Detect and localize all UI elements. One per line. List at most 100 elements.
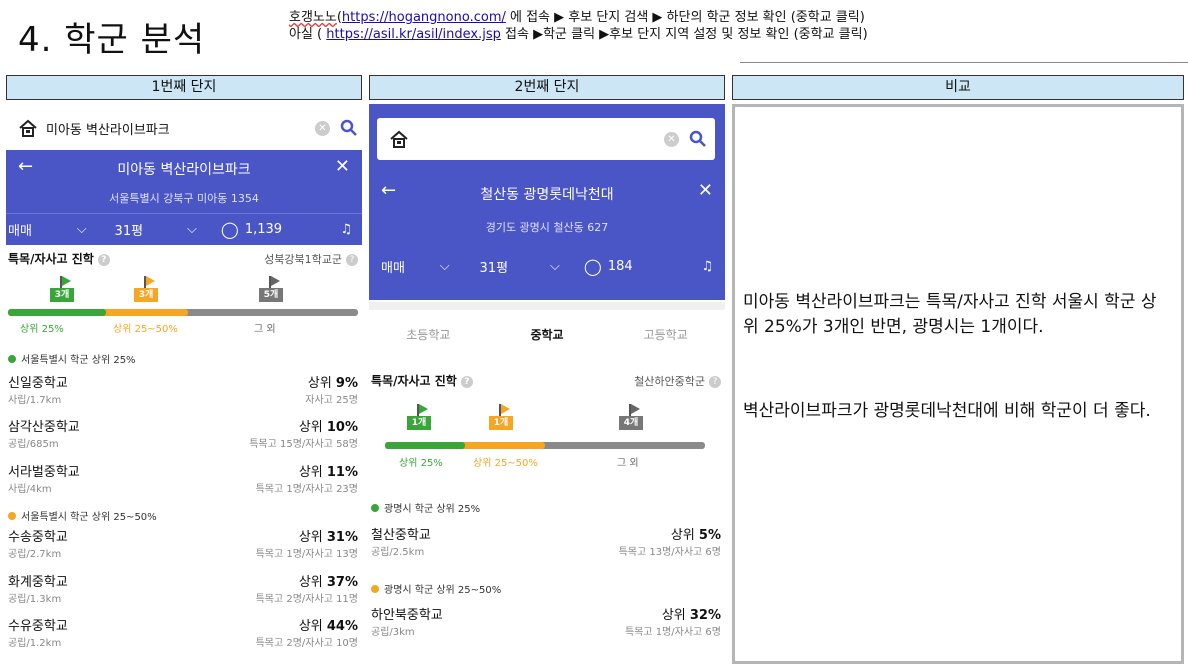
school-item[interactable]: 서라벌중학교 상위 11% 사립/4km 특목고 1명/자사고 23명	[8, 461, 358, 499]
school-detail: 특목고 15명/자사고 58명	[249, 439, 358, 450]
tab-high[interactable]: 고등학교	[606, 326, 725, 343]
school-name: 하안북중학교	[371, 608, 443, 623]
school-type: 공립/1.2km	[8, 638, 62, 649]
complex-2-screenshot: 철산동 광명롯데낙천대 ✕ ← 철산동 광명롯데낙천대 ✕ 경기도 광명시 철산…	[369, 104, 725, 664]
bar-label-top25: 상위 25%	[20, 324, 64, 335]
house-icon	[390, 130, 408, 148]
help-icon[interactable]: ?	[346, 253, 358, 266]
comparison-paragraph-1: 미아동 벽산라이브파크는 특목/자사고 진학 서울시 학군 상위 25%가 3개…	[743, 292, 1157, 337]
school-name: 화계중학교	[8, 575, 68, 590]
school-item[interactable]: 화계중학교 상위 37% 공립/1.3km 특목고 2명/자사고 11명	[8, 571, 358, 609]
school-name: 수유중학교	[8, 619, 68, 634]
school-type: 공립/3km	[371, 627, 415, 638]
school-item[interactable]: 삼각산중학교 상위 10% 공립/685m 특목고 15명/자사고 58명	[8, 416, 358, 454]
search-input[interactable]: 철산동 광명롯데낙천대	[417, 130, 664, 149]
column-header-2: 2번째 단지	[369, 75, 725, 100]
school-rank: 32%	[689, 608, 721, 623]
divider	[740, 62, 1188, 63]
size-label: 31평	[479, 260, 509, 276]
comparison-paragraph-2: 벽산라이브파크가 광명롯데낙천대에 비해 학군이 더 좋다.	[743, 401, 1151, 421]
help-icon[interactable]: ?	[460, 375, 473, 388]
search-bar[interactable]: 철산동 광명롯데낙천대 ✕	[377, 118, 715, 160]
search-icon[interactable]	[689, 130, 707, 148]
school-type: 공립/1.3km	[8, 594, 62, 605]
school-detail: 특목고 1명/자사고 13명	[255, 549, 358, 560]
school-item[interactable]: 수송중학교 상위 31% 공립/2.7km 특목고 1명/자사고 13명	[8, 526, 358, 564]
school-rank: 9%	[335, 376, 358, 391]
tab-middle[interactable]: 중학교	[488, 326, 607, 343]
clear-icon[interactable]: ✕	[315, 120, 330, 136]
comments-button[interactable]: ◯ 1,139	[209, 214, 316, 245]
school-rank: 44%	[326, 619, 358, 634]
comments-button[interactable]: ◯ 184	[572, 246, 679, 286]
page-title: 4. 학군 분석	[18, 20, 206, 60]
search-icon[interactable]	[340, 119, 358, 137]
flag-icon: 3개	[134, 276, 164, 302]
chevron-down-icon: ⌵	[550, 258, 560, 274]
school-rank: 10%	[326, 420, 358, 435]
filter-bar: 매매 ⌵ 31평 ⌵ ◯ 1,139 ♫	[6, 213, 362, 245]
flag-icon: 4개	[619, 404, 649, 430]
size-label: 31평	[114, 224, 144, 239]
bell-icon[interactable]: ♫	[679, 246, 725, 286]
school-name: 서라벌중학교	[8, 465, 80, 480]
bell-icon[interactable]: ♫	[316, 214, 362, 245]
section-header: 특목/자사고 진학? 철산하안중학군?	[371, 372, 721, 389]
help-icon[interactable]: ?	[709, 375, 721, 388]
chevron-down-icon: ⌵	[439, 258, 450, 274]
school-name: 수송중학교	[8, 530, 68, 545]
search-input[interactable]: 미아동 벽산라이브파크	[46, 119, 315, 138]
divider	[369, 302, 725, 310]
trade-type-select[interactable]: 매매 ⌵	[6, 214, 99, 245]
legend-text: 광명시 학군 상위 25%	[384, 504, 481, 515]
site-name-asil: 아실 (	[289, 27, 323, 42]
bar-label-25-50: 상위 25~50%	[473, 458, 538, 469]
tab-elementary[interactable]: 초등학교	[369, 326, 488, 343]
school-item[interactable]: 철산중학교 상위 5% 공립/2.5km 특목고 13명/자사고 6명	[371, 524, 721, 564]
close-icon[interactable]: ✕	[698, 180, 713, 201]
bar-label-25-50: 상위 25~50%	[113, 324, 178, 335]
asil-link[interactable]: https://asil.kr/asil/index.jsp	[326, 27, 501, 42]
help-icon[interactable]: ?	[97, 253, 110, 266]
flag-icon: 5개	[259, 276, 289, 302]
school-rank: 11%	[326, 465, 358, 480]
school-detail: 자사고 25명	[305, 395, 358, 406]
school-item[interactable]: 하안북중학교 상위 32% 공립/3km 특목고 1명/자사고 6명	[371, 604, 721, 644]
apartment-name: 미아동 벽산라이브파크	[117, 162, 251, 178]
school-item[interactable]: 수유중학교 상위 44% 공립/1.2km 특목고 2명/자사고 10명	[8, 615, 358, 653]
comment-count: 1,139	[244, 222, 283, 237]
close-icon[interactable]: ✕	[335, 156, 350, 177]
school-detail: 특목고 2명/자사고 11명	[255, 594, 358, 605]
clear-icon[interactable]: ✕	[664, 131, 679, 147]
school-item[interactable]: 신일중학교 상위 9% 사립/1.7km 자사고 25명	[8, 372, 358, 410]
comment-count: 184	[607, 258, 633, 274]
school-type: 사립/4km	[8, 484, 52, 495]
flag-icon: 1개	[407, 404, 437, 430]
school-detail: 특목고 2명/자사고 10명	[255, 638, 358, 649]
trade-type-select[interactable]: 매매 ⌵	[369, 246, 462, 286]
comment-icon: ◯	[220, 220, 239, 239]
flag-count-top25: 3개	[50, 288, 74, 302]
school-district: 성북강북1학교군	[264, 252, 342, 266]
school-name: 철산중학교	[371, 528, 431, 543]
instruction-2-text: 접속 ▶학군 클릭 ▶후보 단지 지역 설정 및 정보 확인 (중학교 클릭)	[500, 27, 868, 42]
flag-count-25-50: 1개	[489, 416, 513, 430]
bar-label-other: 그 외	[254, 324, 276, 335]
size-select[interactable]: 31평 ⌵	[462, 246, 572, 286]
legend-25-50: 광명시 학군 상위 25~50%	[371, 581, 501, 596]
school-detail: 특목고 1명/자사고 23명	[255, 484, 358, 495]
legend-text: 서울특별시 학군 상위 25%	[21, 355, 136, 366]
legend-top25: 서울특별시 학군 상위 25%	[8, 351, 136, 366]
apartment-header: 철산동 광명롯데낙천대 ✕ ← 철산동 광명롯데낙천대 ✕ 경기도 광명시 철산…	[369, 104, 725, 300]
school-type: 공립/2.5km	[371, 547, 425, 558]
search-bar[interactable]: 미아동 벽산라이브파크 ✕	[18, 116, 358, 140]
apartment-address: 서울특별시 강북구 미아동 1354	[109, 192, 259, 205]
school-type: 사립/1.7km	[8, 395, 62, 406]
apartment-name: 철산동 광명롯데낙천대	[480, 187, 614, 203]
chevron-down-icon: ⌵	[76, 222, 87, 237]
size-select[interactable]: 31평 ⌵	[99, 214, 209, 245]
section-title: 특목/자사고 진학	[8, 252, 94, 266]
column-header-comparison: 비교	[732, 75, 1184, 100]
comparison-box: 미아동 벽산라이브파크는 특목/자사고 진학 서울시 학군 상위 25%가 3개…	[732, 104, 1184, 664]
rank-bar-green	[385, 442, 465, 449]
